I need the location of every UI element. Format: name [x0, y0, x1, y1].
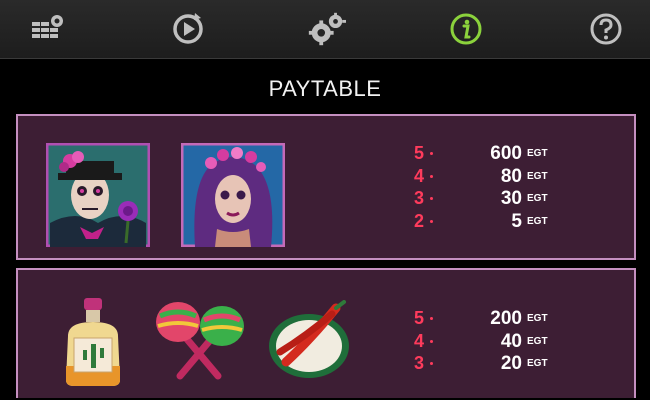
payout-count: 4 — [413, 330, 424, 351]
payout-count: 5 — [413, 308, 424, 328]
payout-currency: EGT — [527, 335, 548, 347]
payout-amount: 30 — [500, 188, 522, 209]
settings-icon[interactable] — [306, 9, 346, 49]
maracas-symbol — [152, 294, 246, 388]
page-title: PAYTABLE — [268, 76, 382, 101]
payout-count: 4 — [413, 165, 424, 186]
bullet-dot — [430, 197, 433, 200]
payout-count: 2 — [413, 210, 424, 231]
payout-amount: 600 — [490, 143, 522, 164]
menu-settings-icon[interactable] — [28, 9, 68, 49]
payout-amount: 40 — [500, 330, 522, 352]
help-icon[interactable] — [586, 9, 626, 49]
chili-pepper-plate-symbol — [266, 300, 352, 382]
bullet-dot — [430, 152, 433, 155]
paytable-panel-high: 5 600 EGT 4 80 EGT 3 30 EGT 2 5 EGT — [16, 114, 636, 260]
payout-currency: EGT — [527, 215, 548, 227]
payout-count: 3 — [413, 188, 424, 208]
bullet-dot — [430, 362, 433, 365]
tequila-bottle-symbol — [58, 296, 128, 388]
payout-amount: 80 — [500, 165, 522, 187]
payout-amount: 200 — [490, 308, 522, 329]
calavera-man-symbol — [45, 142, 151, 248]
payout-amount: 5 — [511, 210, 522, 232]
payout-count: 3 — [413, 353, 424, 373]
payout-row: 4 40 EGT — [408, 331, 608, 353]
payout-row: 3 20 EGT — [408, 353, 608, 375]
catrina-woman-symbol — [180, 142, 286, 248]
payout-row: 5 200 EGT — [408, 308, 608, 330]
bullet-dot — [430, 317, 433, 320]
payout-currency: EGT — [527, 170, 548, 182]
payout-currency: EGT — [527, 193, 548, 204]
info-icon[interactable] — [446, 9, 486, 49]
bullet-dot — [430, 219, 433, 223]
top-toolbar — [0, 0, 650, 59]
payout-currency: EGT — [527, 313, 548, 324]
payout-row: 3 30 EGT — [408, 188, 608, 210]
payout-currency: EGT — [527, 358, 548, 369]
paytable-panel-mid: 5 200 EGT 4 40 EGT 3 20 EGT — [16, 268, 636, 398]
payout-amount: 20 — [500, 353, 522, 374]
bullet-dot — [430, 174, 433, 178]
payout-count: 5 — [413, 143, 424, 163]
autoplay-icon[interactable] — [168, 9, 208, 49]
payout-currency: EGT — [527, 148, 548, 159]
payout-row: 2 5 EGT — [408, 211, 608, 233]
payout-row: 4 80 EGT — [408, 166, 608, 188]
bullet-dot — [430, 339, 433, 343]
payout-row: 5 600 EGT — [408, 143, 608, 165]
